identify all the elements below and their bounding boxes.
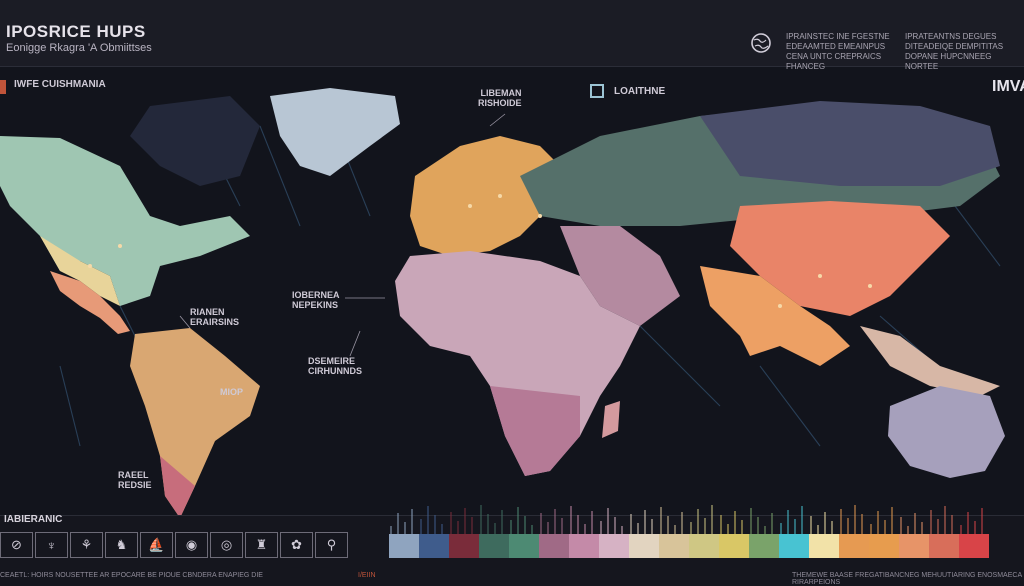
legend-swatch	[839, 534, 869, 558]
label-atlantic: IOBERNEA NEPEKINS	[292, 290, 340, 310]
region-greenland[interactable]	[270, 88, 400, 176]
label-ocean: DSEMEIRE CIRHUNNDS	[308, 356, 362, 376]
globe-icon	[749, 31, 773, 55]
deer-icon[interactable]: ♞	[105, 532, 138, 558]
region-southeast-asia[interactable]	[860, 326, 1000, 396]
bird-icon[interactable]: ♜	[245, 532, 278, 558]
legend-swatch	[929, 534, 959, 558]
corner-logo: IMVA	[992, 78, 1024, 96]
legend-swatch	[689, 534, 719, 558]
legend-swatch	[389, 534, 419, 558]
legend-swatch	[809, 534, 839, 558]
map-top-left-label: IWFE CUISHMANIA	[14, 79, 106, 90]
footer-right-text: THEMEWE BAASE FREGATIBANCNEG MEHUUTIARIN…	[792, 572, 1024, 586]
page-subtitle: Eonigge Rkagra 'A Obmiittses	[6, 42, 152, 54]
legend-swatch	[419, 534, 449, 558]
legend-swatch	[779, 534, 809, 558]
legend-swatch	[569, 534, 599, 558]
header-bar: IPOSRICE HUPS Eonigge Rkagra 'A Obmiitts…	[0, 0, 1024, 67]
eye-icon[interactable]: ◎	[210, 532, 243, 558]
page-title: IPOSRICE HUPS	[6, 22, 146, 42]
map-box-label: LOAITHNE	[614, 86, 665, 97]
label-south-tip: RAEEL REDSIE	[118, 470, 152, 490]
left-accent-marker	[0, 80, 6, 94]
legend-swatch	[959, 534, 989, 558]
region-africa-south[interactable]	[490, 386, 580, 476]
legend-swatch	[539, 534, 569, 558]
legend-swatch	[869, 534, 899, 558]
region-arctic-islands[interactable]	[130, 96, 260, 186]
legend-label: IABIERANIC	[4, 514, 62, 525]
label-central-america: RIANEN ERAIRSINS	[190, 307, 239, 327]
boat-icon[interactable]: ⛵	[140, 532, 173, 558]
region-madagascar[interactable]	[602, 401, 620, 438]
region-australia[interactable]	[888, 386, 1005, 478]
turtle-icon[interactable]: ✿	[280, 532, 313, 558]
footer-left-text: CEAETL: HOIRS NOUSETTEE AR EPOCARE BE PI…	[0, 572, 263, 579]
legend-swatch	[629, 534, 659, 558]
figure-icon[interactable]: ⚘	[70, 532, 103, 558]
legend-swatch	[479, 534, 509, 558]
legend-swatch	[899, 534, 929, 558]
legend-icon-row: ⊘♆⚘♞⛵◉◎♜✿⚲	[0, 532, 350, 558]
world-map[interactable]	[0, 66, 1024, 515]
color-legend	[389, 534, 989, 558]
globe-icon[interactable]: ◉	[175, 532, 208, 558]
square-icon	[590, 84, 604, 98]
bird-icon[interactable]: ♆	[35, 532, 68, 558]
legend-swatch	[719, 534, 749, 558]
legend-swatch	[749, 534, 779, 558]
figure-icon[interactable]: ⚲	[315, 532, 348, 558]
label-south-america: MIOP	[220, 387, 243, 397]
scroll-icon[interactable]: ⊘	[0, 532, 33, 558]
legend-swatch	[599, 534, 629, 558]
legend-swatch	[509, 534, 539, 558]
legend-tick-bars	[385, 500, 1020, 534]
footer-mid-text: I/EIIN	[358, 572, 376, 579]
legend-swatch	[449, 534, 479, 558]
map-north-label: LIBEMAN RISHOIDE	[478, 88, 522, 108]
region-far-east[interactable]	[700, 101, 1000, 186]
legend-swatch	[659, 534, 689, 558]
